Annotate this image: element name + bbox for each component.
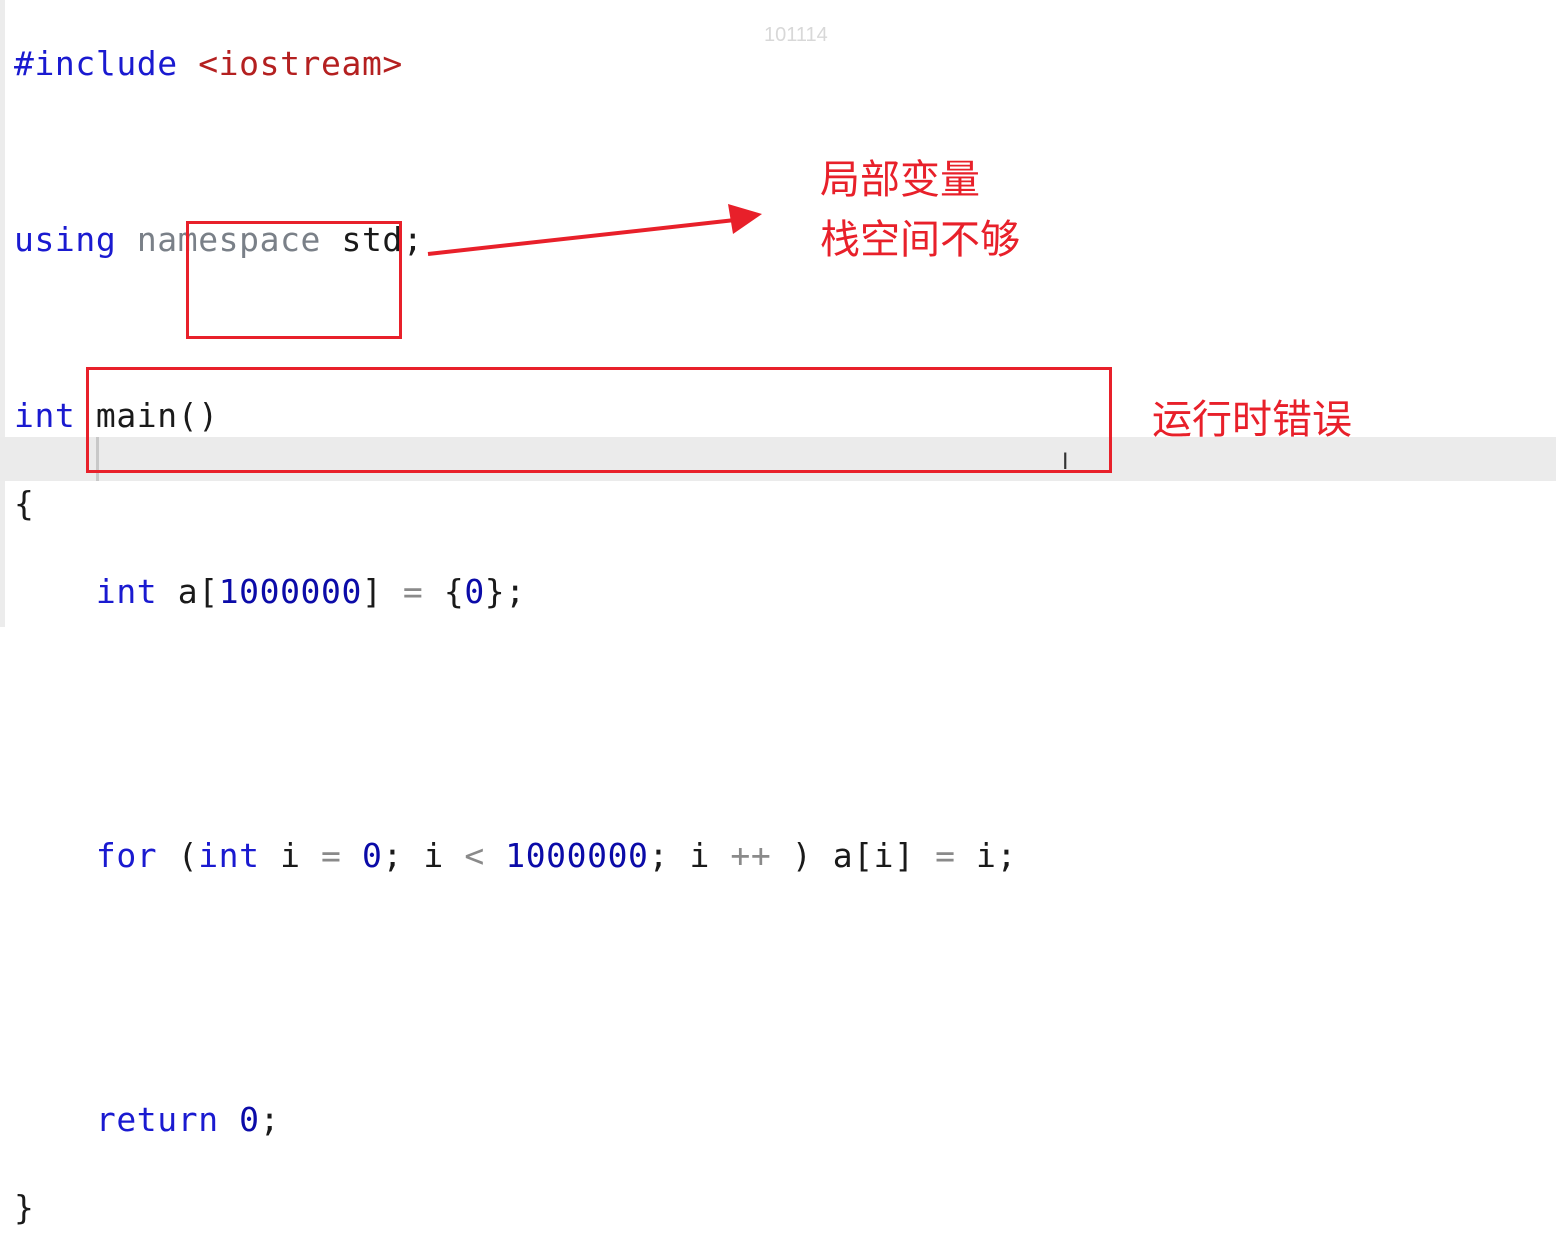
brace: } <box>14 1188 35 1227</box>
arrow-head-icon <box>728 204 762 234</box>
keyword: for <box>95 836 158 875</box>
identifier: ; i <box>648 836 710 875</box>
paren: ( <box>177 836 199 875</box>
annotation-arrow <box>427 204 762 256</box>
code-line: } <box>14 1186 1017 1230</box>
identifier: ) a[i] <box>791 836 915 875</box>
operator: = <box>935 836 956 875</box>
note-stack-space: 栈空间不够 <box>820 217 1020 263</box>
number: 1000000 <box>505 836 649 875</box>
text-cursor-icon: I <box>1062 450 1069 475</box>
identifier: i <box>280 836 301 875</box>
operator: ++ <box>730 836 772 875</box>
keyword: return <box>95 1100 219 1139</box>
code-line: return 0; <box>14 1098 1017 1142</box>
keyword: int <box>198 836 260 875</box>
identifier: ; i <box>382 836 444 875</box>
arrow-shaft <box>427 218 736 256</box>
number: 0 <box>361 836 383 875</box>
note-runtime-error: 运行时错误 <box>1152 397 1352 443</box>
operator: = <box>321 836 342 875</box>
number: 0 <box>239 1100 260 1139</box>
identifier: i; <box>976 836 1017 875</box>
operator: < <box>464 836 485 875</box>
note-local-variable: 局部变量 <box>820 157 980 203</box>
semicolon: ; <box>259 1100 281 1139</box>
code-line: for (int i = 0; i < 1000000; i ++ ) a[i]… <box>14 834 1017 878</box>
